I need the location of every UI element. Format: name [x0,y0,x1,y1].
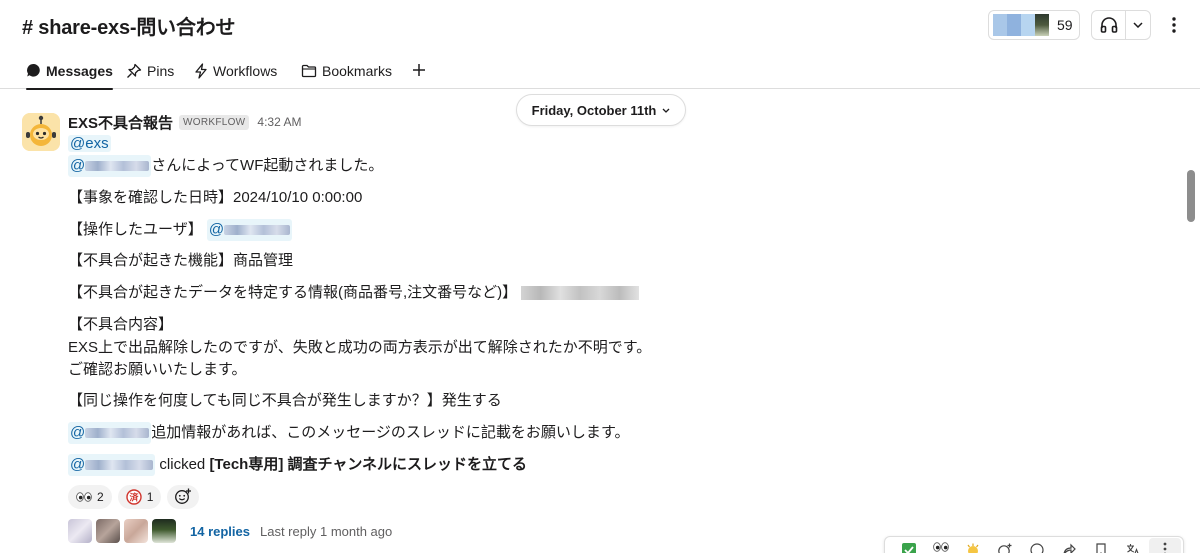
lightning-icon [194,62,208,79]
mention-prefix: @ [70,456,86,473]
member-avatar [993,14,1007,36]
user-mention[interactable]: @ [68,454,156,476]
participant-avatar [152,519,176,543]
tab-workflows[interactable]: Workflows [194,52,277,89]
redacted-identifier [521,286,640,301]
sender-name[interactable]: EXS不具合報告 [68,112,173,133]
member-avatar [1007,14,1021,36]
more-actions-icon[interactable] [1149,538,1181,553]
chevron-down-icon [662,108,670,113]
operator-label: 【操作したユーザ】 [68,220,203,238]
member-avatar [1035,14,1049,36]
date-divider-button[interactable]: Friday, October 11th [516,94,686,126]
thread-replies-link[interactable]: 14 replies [190,524,250,539]
user-mention[interactable]: @ [206,219,293,241]
content-body-2: ご確認お願いいたします。 [68,361,247,378]
member-count: 59 [1057,17,1073,33]
member-avatar [1021,14,1035,36]
redacted-username [85,460,154,471]
message-bubble-icon [26,63,41,78]
channel-tabs: Messages Pins Workflows Bookmarks [0,52,1200,90]
content-label: 【不具合内容】 [68,316,174,333]
clicked-text: clicked [159,455,206,473]
workflow-started-line: @ さんによってWF起動されました。 [68,155,383,177]
tab-label: Bookmarks [322,62,393,79]
additional-info-line: @ 追加情報があれば、このメッセージのスレッドに記載をお願いします。 [68,422,629,444]
pin-icon [126,63,142,79]
participant-avatar [68,519,92,543]
chevron-down-icon[interactable] [1126,22,1150,28]
feature-line: 【不具合が起きた機能】商品管理 [68,252,294,269]
user-mention[interactable]: @ [68,155,152,177]
add-reaction-icon[interactable] [989,538,1021,553]
workflow-badge: WORKFLOW [179,114,250,130]
channel-title[interactable]: # share-exs-問い合わせ [22,11,236,40]
reply-in-thread-icon[interactable] [1021,538,1053,553]
group-mention-line: @exs [68,134,111,154]
eyes-icon [76,492,92,502]
clicked-line: @ clicked [Tech専用] 調査チャンネルにスレッドを立てる [68,454,527,476]
svg-text:済: 済 [129,492,139,504]
additional-info-text: 追加情報があれば、このメッセージのスレッドに記載をお願いします。 [151,423,630,441]
eyes-reaction-icon[interactable] [925,538,957,553]
participant-avatar [124,519,148,543]
member-list-button[interactable]: 59 [988,10,1080,40]
thread-last-reply: Last reply 1 month ago [260,523,393,539]
clicked-button-name: [Tech専用] 調査チャンネルにスレッドを立てる [209,455,528,473]
participant-avatar [96,519,120,543]
workflow-started-text: さんによってWF起動されました。 [151,156,384,174]
add-emoji-icon [174,487,192,508]
workflow-bot-avatar[interactable] [22,113,60,151]
mention-prefix: @ [70,157,86,174]
tab-label: Workflows [213,62,278,79]
mention-prefix: @ [70,424,86,441]
identify-line: 【不具合が起きたデータを特定する情報(商品番号,注文番号など)】 [68,283,640,303]
message-actions-toolbar [884,536,1184,553]
channel-header: # share-exs-問い合わせ 59 [0,0,1200,50]
tab-messages[interactable]: Messages [26,52,113,90]
tab-label: Messages [46,62,113,79]
scrollbar-thumb[interactable] [1187,170,1195,222]
group-mention[interactable]: @exs [68,135,111,152]
mention-prefix: @ [208,221,225,238]
tab-label: Pins [147,62,175,79]
share-icon[interactable] [1053,538,1085,553]
reaction-count: 2 [97,490,104,504]
user-mention[interactable]: @ [68,422,152,444]
repeat-line: 【同じ操作を何度しても同じ不具合が発生しますか？】発生する [68,392,502,409]
add-tab-plus-icon[interactable] [409,58,429,82]
date-label: Friday, October 11th [531,102,657,118]
vertical-ellipsis-icon[interactable] [1164,12,1184,38]
settled-stamp-icon: 済 [125,489,142,505]
folder-icon [301,64,317,78]
content-body: EXS上で出品解除したのですが、失敗と成功の両方表示が出て解除されたか不明です。 [68,339,652,356]
huddle-control[interactable] [1091,10,1151,40]
raised-hands-reaction-icon[interactable] [957,538,989,553]
reaction-eyes[interactable]: 2 [68,485,112,509]
redacted-username [85,161,150,172]
thread-summary[interactable]: 14 replies Last reply 1 month ago [68,517,392,545]
add-reaction-button[interactable] [167,485,200,509]
message-timestamp[interactable]: 4:32 AM [257,115,301,129]
headphones-icon[interactable] [1092,11,1126,39]
redacted-username [224,225,291,236]
redacted-username [85,428,150,439]
datetime-line: 【事象を確認した日時】2024/10/10 0:00:00 [68,189,363,206]
reaction-count: 1 [146,490,154,504]
translate-icon[interactable] [1117,538,1149,553]
checkmark-reaction-icon[interactable] [893,538,925,553]
operator-line: 【操作したユーザ】 @ [68,219,293,241]
reaction-settled[interactable]: 済 1 [117,485,162,509]
tab-bookmarks[interactable]: Bookmarks [301,52,392,89]
bookmark-icon[interactable] [1085,538,1117,553]
reactions-bar: 2 済 1 [68,485,205,509]
message-header: EXS不具合報告 WORKFLOW 4:32 AM [68,112,301,132]
tab-pins[interactable]: Pins [126,52,174,89]
identify-label: 【不具合が起きたデータを特定する情報(商品番号,注文番号など)】 [68,284,518,301]
